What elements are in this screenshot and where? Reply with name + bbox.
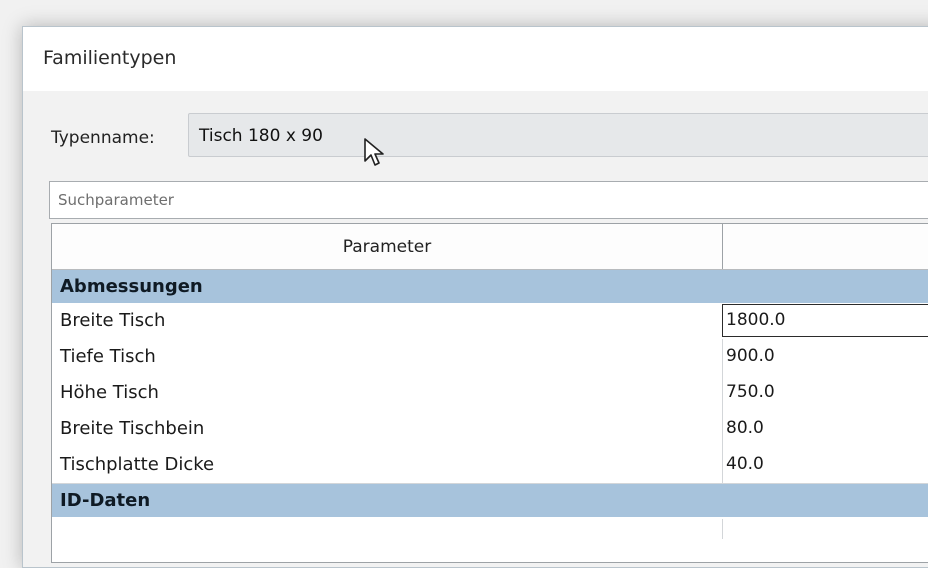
group-header-id-daten[interactable]: ID-Daten	[52, 484, 928, 517]
search-parameters-input[interactable]	[49, 181, 928, 219]
group-label: Abmessungen	[60, 276, 203, 297]
parameter-name: Höhe Tisch	[60, 382, 159, 403]
type-name-label: Typenname:	[51, 128, 155, 148]
type-name-dropdown[interactable]: Tisch 180 x 90	[188, 113, 928, 157]
parameter-value[interactable]: 80.0	[726, 418, 764, 438]
parameter-value[interactable]: 900.0	[726, 346, 775, 366]
parameter-value[interactable]: 40.0	[726, 454, 764, 474]
dialog-titlebar: Familientypen	[23, 27, 928, 91]
table-row[interactable]: Breite Tisch 1800.0	[52, 303, 928, 340]
table-row[interactable]: Tischplatte Dicke 40.0	[52, 447, 928, 484]
parameter-name: Tischplatte Dicke	[60, 454, 215, 475]
dialog-title: Familientypen	[43, 47, 177, 69]
table-row[interactable]: Tiefe Tisch 900.0	[52, 339, 928, 376]
parameter-name: Tiefe Tisch	[60, 346, 156, 367]
mouse-pointer-icon	[364, 138, 384, 166]
parameter-value[interactable]: 1800.0	[726, 310, 785, 330]
grid-header: Parameter	[52, 224, 928, 270]
table-row[interactable]: Breite Tischbein 80.0	[52, 411, 928, 448]
column-divider[interactable]	[722, 224, 723, 269]
parameter-name: Breite Tisch	[60, 310, 166, 331]
table-row[interactable]	[52, 519, 928, 539]
parameter-grid: Parameter Abmessungen Breite Tisch 1800.…	[51, 223, 928, 563]
column-header-parameter[interactable]: Parameter	[52, 224, 722, 269]
table-row[interactable]: Höhe Tisch 750.0	[52, 375, 928, 412]
family-types-dialog: Familientypen Typenname: Tisch 180 x 90 …	[22, 26, 928, 568]
type-name-value: Tisch 180 x 90	[199, 126, 323, 146]
parameter-name: Breite Tischbein	[60, 418, 205, 439]
group-header-abmessungen[interactable]: Abmessungen	[52, 270, 928, 303]
group-label: ID-Daten	[60, 490, 151, 511]
parameter-value[interactable]: 750.0	[726, 382, 775, 402]
